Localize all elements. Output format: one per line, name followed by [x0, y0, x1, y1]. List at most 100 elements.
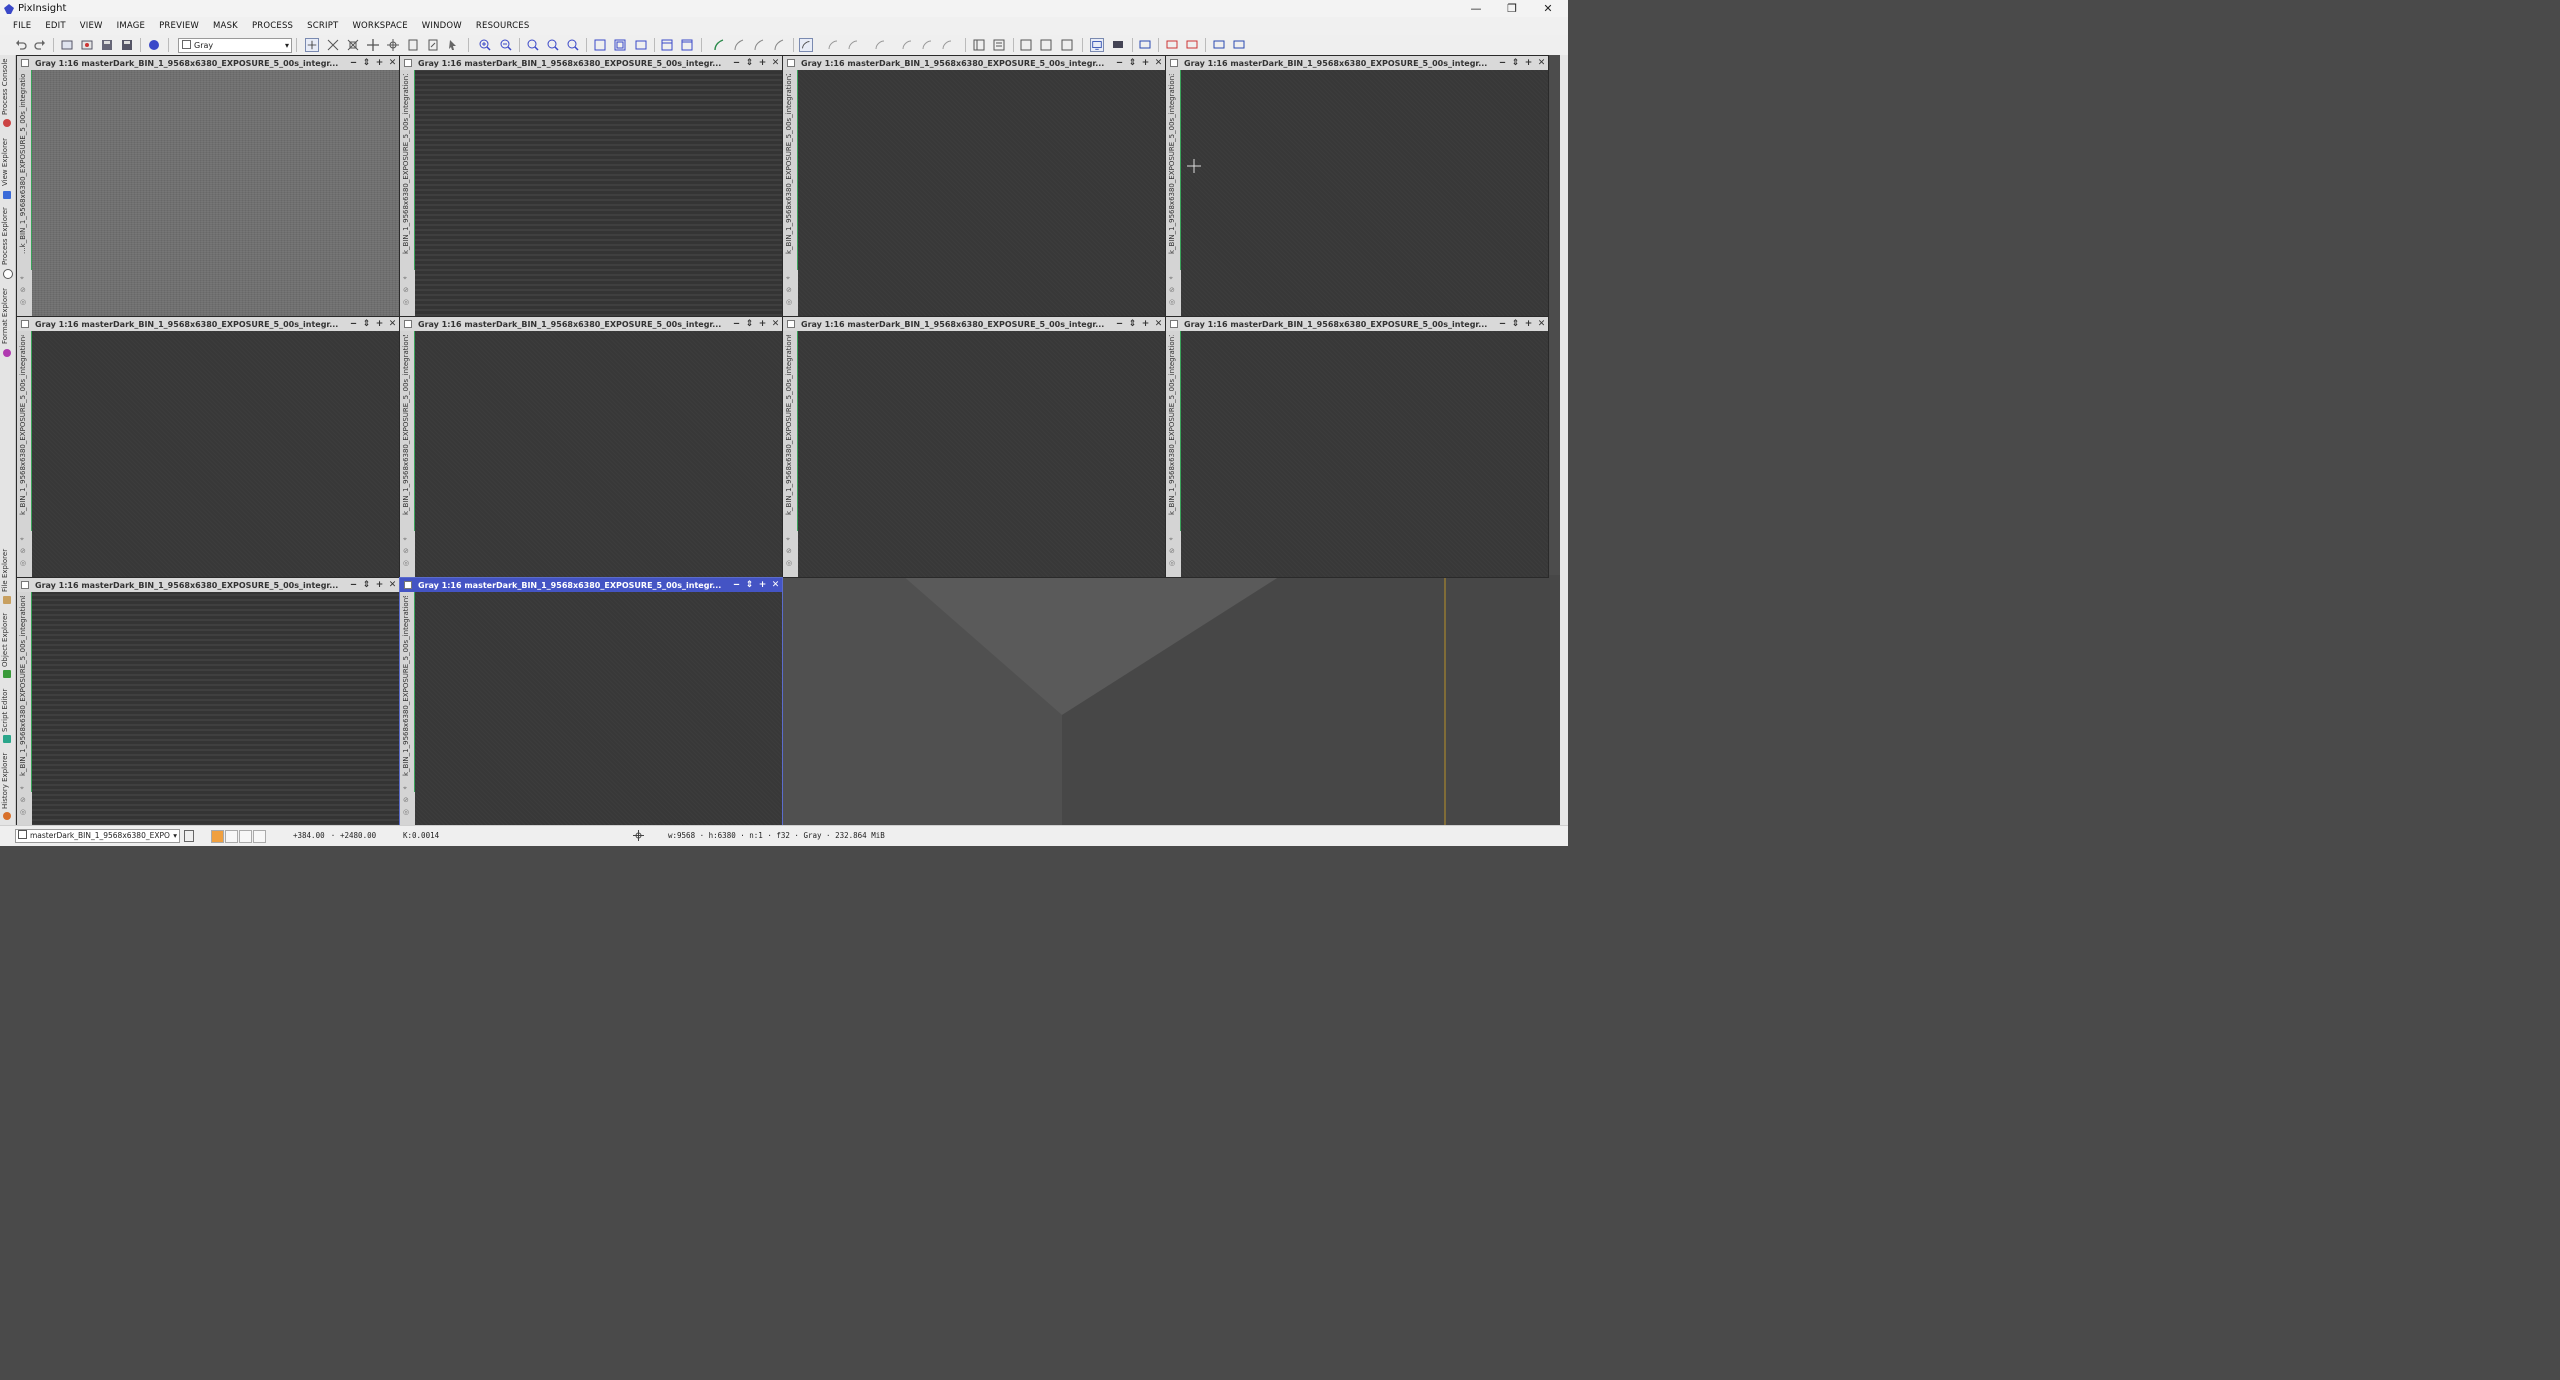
- shade-icon[interactable]: ⇕: [1126, 58, 1139, 68]
- maximize-icon[interactable]: +: [373, 58, 386, 68]
- close-icon[interactable]: ✕: [769, 580, 782, 590]
- new-image-icon[interactable]: [60, 38, 74, 52]
- fit-window-icon[interactable]: [660, 38, 674, 52]
- maximize-window-icon[interactable]: [680, 38, 694, 52]
- image-canvas[interactable]: [32, 70, 399, 316]
- minimize-window-button[interactable]: —: [1458, 0, 1494, 17]
- image-window-titlebar[interactable]: Gray 1:16 masterDark_BIN_1_9568x6380_EXP…: [400, 578, 782, 592]
- maximize-icon[interactable]: +: [1139, 319, 1152, 329]
- preview-link-icon[interactable]: ⊘: [1169, 286, 1177, 294]
- preview-mode-1-icon[interactable]: [900, 38, 914, 52]
- minimize-icon[interactable]: ‒: [730, 580, 743, 590]
- menu-preview[interactable]: PREVIEW: [152, 21, 206, 31]
- close-icon[interactable]: ✕: [1535, 319, 1548, 329]
- stf-linked-icon[interactable]: [752, 38, 766, 52]
- preview-link-icon[interactable]: ⊘: [20, 547, 28, 555]
- close-icon[interactable]: ✕: [386, 319, 399, 329]
- shade-icon[interactable]: ⇕: [743, 580, 756, 590]
- undo-icon[interactable]: [14, 38, 28, 52]
- zoom-mode-icon[interactable]: [326, 38, 340, 52]
- workspace-1-icon[interactable]: [1090, 38, 1104, 52]
- cascade-windows-icon[interactable]: [613, 38, 627, 52]
- mask-link-icon[interactable]: ⌖: [20, 274, 28, 282]
- preview-mode-3-icon[interactable]: [940, 38, 954, 52]
- zoom-fit-icon[interactable]: [546, 38, 560, 52]
- tab-view-explorer[interactable]: View Explorer: [1, 133, 14, 191]
- minimize-icon[interactable]: ‒: [1113, 319, 1126, 329]
- open-icon[interactable]: [80, 38, 94, 52]
- select-pointer-icon[interactable]: [446, 38, 460, 52]
- image-canvas[interactable]: [798, 331, 1165, 577]
- view-toggle-icon[interactable]: [184, 830, 194, 842]
- view-identifier-tab[interactable]: k_BIN_1_9568x6380_EXPOSURE_5_00s_integra…: [400, 592, 415, 825]
- image-window-titlebar[interactable]: Gray 1:16 masterDark_BIN_1_9568x6380_EXP…: [17, 578, 399, 592]
- mask-link-icon[interactable]: ⌖: [403, 535, 411, 543]
- image-window-titlebar[interactable]: Gray 1:16 masterDark_BIN_1_9568x6380_EXP…: [783, 317, 1165, 331]
- shade-icon[interactable]: ⇕: [360, 319, 373, 329]
- shade-icon[interactable]: ⇕: [743, 319, 756, 329]
- image-window-titlebar[interactable]: Gray 1:16 masterDark_BIN_1_9568x6380_EXP…: [400, 317, 782, 331]
- maximize-icon[interactable]: +: [756, 58, 769, 68]
- color-swatch-2[interactable]: [225, 830, 238, 843]
- image-canvas[interactable]: [32, 592, 399, 825]
- shade-icon[interactable]: ⇕: [360, 58, 373, 68]
- image-window[interactable]: Gray 1:16 masterDark_BIN_1_9568x6380_EXP…: [1165, 316, 1549, 578]
- image-window[interactable]: Gray 1:16 masterDark_BIN_1_9568x6380_EXP…: [782, 55, 1166, 317]
- view-identifier-tab[interactable]: k_BIN_1_9568x6380_EXPOSURE_5_00s_integra…: [17, 592, 32, 825]
- image-canvas[interactable]: [415, 331, 782, 577]
- mask-link-icon[interactable]: ⌖: [1169, 535, 1177, 543]
- view-identifier-tab[interactable]: ...k_BIN_1_9568x6380_EXPOSURE_5_00s_inte…: [17, 70, 32, 316]
- menu-view[interactable]: VIEW: [73, 21, 110, 31]
- color-swatch-4[interactable]: [253, 830, 266, 843]
- color-mode-select[interactable]: Gray ▾: [178, 38, 292, 53]
- maximize-icon[interactable]: +: [1522, 58, 1535, 68]
- preview-link-icon[interactable]: ⊘: [1169, 547, 1177, 555]
- image-canvas[interactable]: [1181, 70, 1548, 316]
- minimize-icon[interactable]: ‒: [1496, 319, 1509, 329]
- info-panel-icon[interactable]: [1060, 38, 1074, 52]
- workspace-7-icon[interactable]: [1232, 38, 1246, 52]
- tab-history-explorer[interactable]: History Explorer: [1, 751, 14, 811]
- maximize-icon[interactable]: +: [1522, 319, 1535, 329]
- image-window-titlebar[interactable]: Gray 1:16 masterDark_BIN_1_9568x6380_EXP…: [1166, 317, 1548, 331]
- shade-icon[interactable]: ⇕: [743, 58, 756, 68]
- preview-link-icon[interactable]: ⊘: [403, 547, 411, 555]
- statistics-icon[interactable]: [1019, 38, 1033, 52]
- stf-icon[interactable]: [712, 38, 726, 52]
- process-icon[interactable]: [147, 38, 161, 52]
- shade-icon[interactable]: ⇕: [1509, 58, 1522, 68]
- tab-process-console[interactable]: Process Console: [1, 57, 14, 117]
- image-canvas[interactable]: [1181, 331, 1548, 577]
- view-selector[interactable]: masterDark_BIN_1_9568x6380_EXPO ▾: [15, 829, 180, 843]
- save-as-icon[interactable]: [120, 38, 134, 52]
- mask-link-icon[interactable]: ⌖: [403, 274, 411, 282]
- preview-link-icon[interactable]: ⊘: [786, 547, 794, 555]
- close-icon[interactable]: ✕: [386, 580, 399, 590]
- menu-file[interactable]: FILE: [6, 21, 38, 31]
- maximize-icon[interactable]: +: [1139, 58, 1152, 68]
- lock-icon[interactable]: ◎: [20, 559, 28, 567]
- close-window-button[interactable]: ✕: [1530, 0, 1566, 17]
- workspace-2-icon[interactable]: [1111, 38, 1125, 52]
- histogram-icon[interactable]: [1039, 38, 1053, 52]
- tile-windows-icon[interactable]: [593, 38, 607, 52]
- lock-icon[interactable]: ◎: [1169, 298, 1177, 306]
- lock-icon[interactable]: ◎: [1169, 559, 1177, 567]
- workspace-3-icon[interactable]: [1138, 38, 1152, 52]
- mask-enable-icon[interactable]: [826, 38, 840, 52]
- image-window[interactable]: Gray 1:16 masterDark_BIN_1_9568x6380_EXP…: [399, 316, 783, 578]
- zoom-optimal-icon[interactable]: [566, 38, 580, 52]
- image-window-titlebar[interactable]: Gray 1:16 masterDark_BIN_1_9568x6380_EXP…: [783, 56, 1165, 70]
- image-window[interactable]: Gray 1:16 masterDark_BIN_1_9568x6380_EXP…: [16, 577, 400, 825]
- view-identifier-tab[interactable]: k_BIN_1_9568x6380_EXPOSURE_5_00s_integra…: [1166, 70, 1181, 316]
- minimize-icon[interactable]: ‒: [1113, 58, 1126, 68]
- maximize-icon[interactable]: +: [756, 319, 769, 329]
- menu-image[interactable]: IMAGE: [110, 21, 152, 31]
- minimize-icon[interactable]: ‒: [347, 580, 360, 590]
- image-window[interactable]: Gray 1:16 masterDark_BIN_1_9568x6380_EXP…: [16, 55, 400, 317]
- lock-icon[interactable]: ◎: [20, 808, 28, 816]
- view-identifier-tab[interactable]: k_BIN_1_9568x6380_EXPOSURE_5_00s_integra…: [400, 70, 415, 316]
- image-window[interactable]: Gray 1:16 masterDark_BIN_1_9568x6380_EXP…: [1165, 55, 1549, 317]
- close-icon[interactable]: ✕: [769, 319, 782, 329]
- tab-process-explorer[interactable]: Process Explorer: [1, 205, 14, 267]
